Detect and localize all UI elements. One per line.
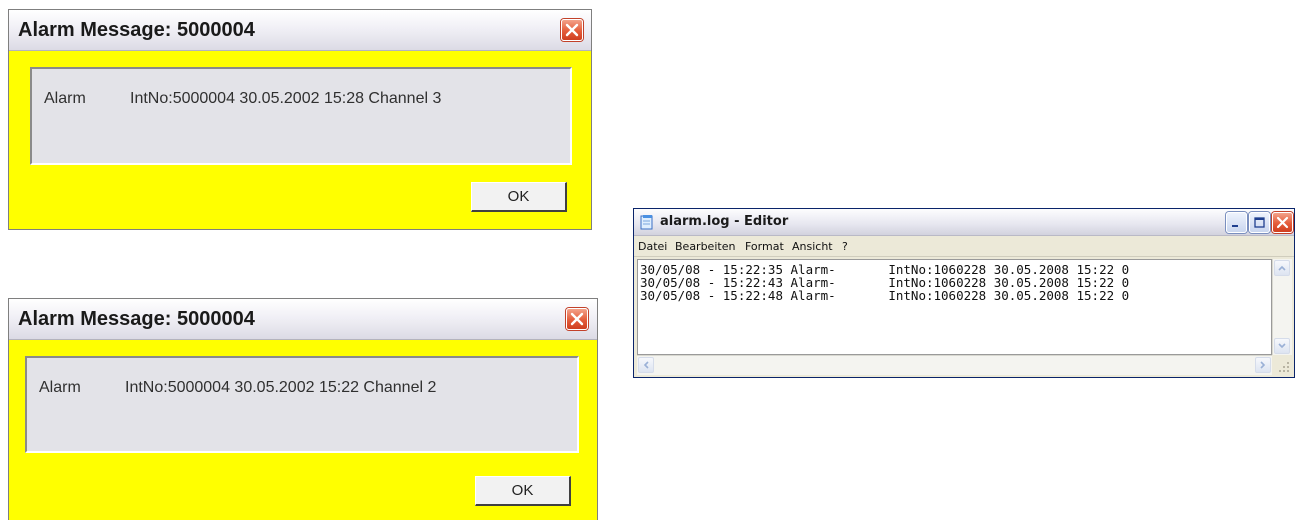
close-icon xyxy=(565,23,579,37)
ok-button[interactable]: OK xyxy=(475,476,571,506)
chevron-right-icon xyxy=(1260,361,1266,369)
resize-grip-icon[interactable] xyxy=(1274,357,1292,375)
editor-title-bar[interactable]: alarm.log - Editor xyxy=(634,209,1294,236)
scroll-left-button[interactable] xyxy=(638,357,654,373)
vertical-scrollbar[interactable] xyxy=(1272,259,1292,355)
ok-button[interactable]: OK xyxy=(471,182,567,212)
menu-format[interactable]: Format xyxy=(745,240,784,253)
maximize-icon xyxy=(1254,217,1265,228)
editor-window: alarm.log - Editor Datei Bearbeiten Form… xyxy=(633,208,1295,378)
message-label: Alarm xyxy=(44,90,86,107)
close-button[interactable] xyxy=(566,308,588,330)
message-label: Alarm xyxy=(39,379,81,396)
chevron-down-icon xyxy=(1278,343,1286,349)
message-box: Alarm IntNo:5000004 30.05.2002 15:28 Cha… xyxy=(30,67,572,165)
menu-ansicht[interactable]: Ansicht xyxy=(792,240,833,253)
close-button[interactable] xyxy=(1272,212,1293,233)
minimize-icon xyxy=(1232,225,1238,227)
alarm-dialog: Alarm Message: 5000004 Alarm IntNo:50000… xyxy=(8,9,592,230)
dialog-title-bar[interactable]: Alarm Message: 5000004 xyxy=(9,299,597,340)
message-text: IntNo:5000004 30.05.2002 15:28 Channel 3 xyxy=(130,90,442,107)
close-icon xyxy=(570,312,584,326)
minimize-button[interactable] xyxy=(1226,212,1247,233)
scroll-up-button[interactable] xyxy=(1274,260,1290,276)
menu-datei[interactable]: Datei xyxy=(638,240,667,253)
dialog-title: Alarm Message: 5000004 xyxy=(18,308,255,330)
message-text: IntNo:5000004 30.05.2002 15:22 Channel 2 xyxy=(125,379,437,396)
chevron-left-icon xyxy=(643,361,649,369)
horizontal-scrollbar[interactable] xyxy=(637,355,1272,375)
alarm-dialog: Alarm Message: 5000004 Alarm IntNo:50000… xyxy=(8,298,598,520)
menu-bearbeiten[interactable]: Bearbeiten xyxy=(675,240,735,253)
text-area[interactable]: 30/05/08 - 15:22:35 Alarm- IntNo:1060228… xyxy=(637,259,1272,355)
close-button[interactable] xyxy=(561,19,583,41)
log-line: 30/05/08 - 15:22:48 Alarm- IntNo:1060228… xyxy=(640,288,1130,303)
menu-help[interactable]: ? xyxy=(842,240,848,253)
scroll-down-button[interactable] xyxy=(1274,338,1290,354)
dialog-title-bar[interactable]: Alarm Message: 5000004 xyxy=(9,10,591,51)
chevron-up-icon xyxy=(1278,265,1286,271)
dialog-title: Alarm Message: 5000004 xyxy=(18,19,255,41)
notepad-icon xyxy=(640,215,653,230)
scroll-right-button[interactable] xyxy=(1255,357,1271,373)
message-box: Alarm IntNo:5000004 30.05.2002 15:22 Cha… xyxy=(25,356,579,453)
maximize-button[interactable] xyxy=(1249,212,1270,233)
close-icon xyxy=(1276,216,1289,229)
editor-title: alarm.log - Editor xyxy=(660,214,789,229)
menu-bar: Datei Bearbeiten Format Ansicht ? xyxy=(634,236,1294,257)
